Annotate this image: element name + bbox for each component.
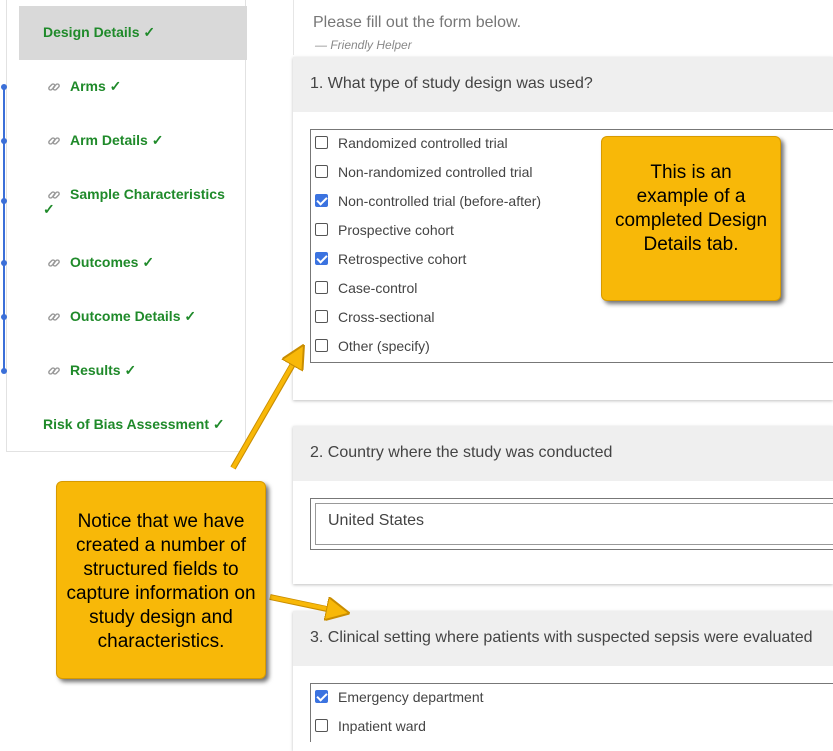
callout-structured-fields: Notice that we have created a number of … (56, 481, 266, 679)
arrow-right-fill (269, 595, 338, 611)
callout-completed-tab: This is an example of a completed Design… (601, 136, 781, 301)
arrow-up-fill (231, 355, 298, 469)
